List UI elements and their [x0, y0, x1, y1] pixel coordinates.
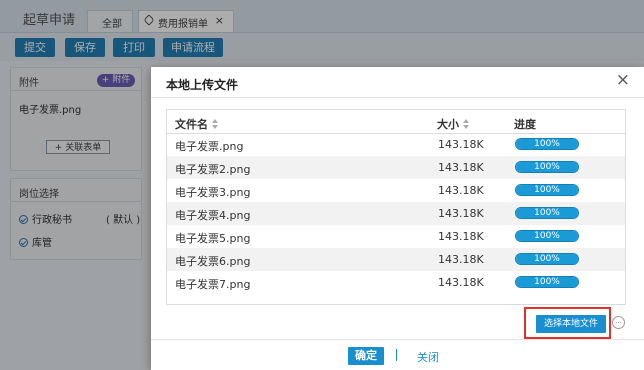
file-name: 电子发票2.png — [175, 163, 251, 176]
file-name: 电子发票3.png — [175, 186, 251, 199]
table-header: 文件名 大小 进度 — [167, 110, 625, 134]
file-size: 143.18K — [438, 230, 484, 243]
divider — [151, 339, 644, 340]
ok-button[interactable]: 确定 — [348, 347, 384, 365]
progress-label: 100% — [534, 162, 560, 172]
progress-label: 100% — [534, 185, 560, 195]
progress-label: 100% — [534, 139, 560, 149]
file-size: 143.18K — [438, 184, 484, 197]
file-size: 143.18K — [438, 161, 484, 174]
close-link[interactable]: 关闭 — [417, 349, 439, 365]
table-row: 电子发票6.png 143.18K 100% — [167, 248, 625, 271]
file-size: 143.18K — [438, 276, 484, 289]
progress-bar: 100% — [515, 207, 579, 219]
divider — [151, 97, 644, 98]
file-size: 143.18K — [438, 207, 484, 220]
column-header-name[interactable]: 文件名 — [175, 116, 219, 132]
file-table: 文件名 大小 进度 电子发票.png 143.18K 100% 电子发票2.png 14… — [166, 109, 626, 305]
column-header-size[interactable]: 大小 — [437, 116, 470, 132]
table-row: 电子发票5.png 143.18K 100% — [167, 225, 625, 248]
file-name: 电子发票5.png — [175, 232, 251, 245]
progress-bar: 100% — [515, 253, 579, 265]
progress-label: 100% — [534, 208, 560, 218]
close-icon[interactable]: × — [616, 72, 630, 89]
separator — [396, 349, 397, 361]
progress-label: 100% — [534, 231, 560, 241]
file-name: 电子发票6.png — [175, 255, 251, 268]
progress-bar: 100% — [515, 230, 579, 242]
progress-label: 100% — [534, 254, 560, 264]
sort-icon[interactable] — [212, 119, 219, 129]
file-size: 143.18K — [438, 138, 484, 151]
file-size: 143.18K — [438, 253, 484, 266]
progress-bar: 100% — [515, 276, 579, 288]
progress-label: 100% — [534, 277, 560, 287]
table-row: 电子发票4.png 143.18K 100% — [167, 202, 625, 225]
table-row: 电子发票2.png 143.18K 100% — [167, 156, 625, 179]
dialog-title: 本地上传文件 — [166, 78, 239, 92]
table-row: 电子发票.png 143.18K 100% — [167, 133, 625, 156]
more-icon[interactable]: ... — [612, 316, 625, 329]
progress-bar: 100% — [515, 184, 579, 196]
sort-icon[interactable] — [463, 119, 470, 129]
highlight-box — [524, 307, 611, 339]
upload-dialog: 本地上传文件 × 文件名 大小 进度 电子发票.png 143.18K 100% 电子… — [151, 67, 644, 370]
file-name: 电子发票7.png — [175, 278, 251, 291]
table-body: 电子发票.png 143.18K 100% 电子发票2.png 143.18K 100% 电… — [167, 133, 625, 294]
column-header-progress: 进度 — [514, 118, 536, 131]
file-name: 电子发票4.png — [175, 209, 251, 222]
file-name: 电子发票.png — [175, 140, 244, 153]
table-row: 电子发票3.png 143.18K 100% — [167, 179, 625, 202]
progress-bar: 100% — [515, 138, 579, 150]
table-row: 电子发票7.png 143.18K 100% — [167, 271, 625, 294]
progress-bar: 100% — [515, 161, 579, 173]
